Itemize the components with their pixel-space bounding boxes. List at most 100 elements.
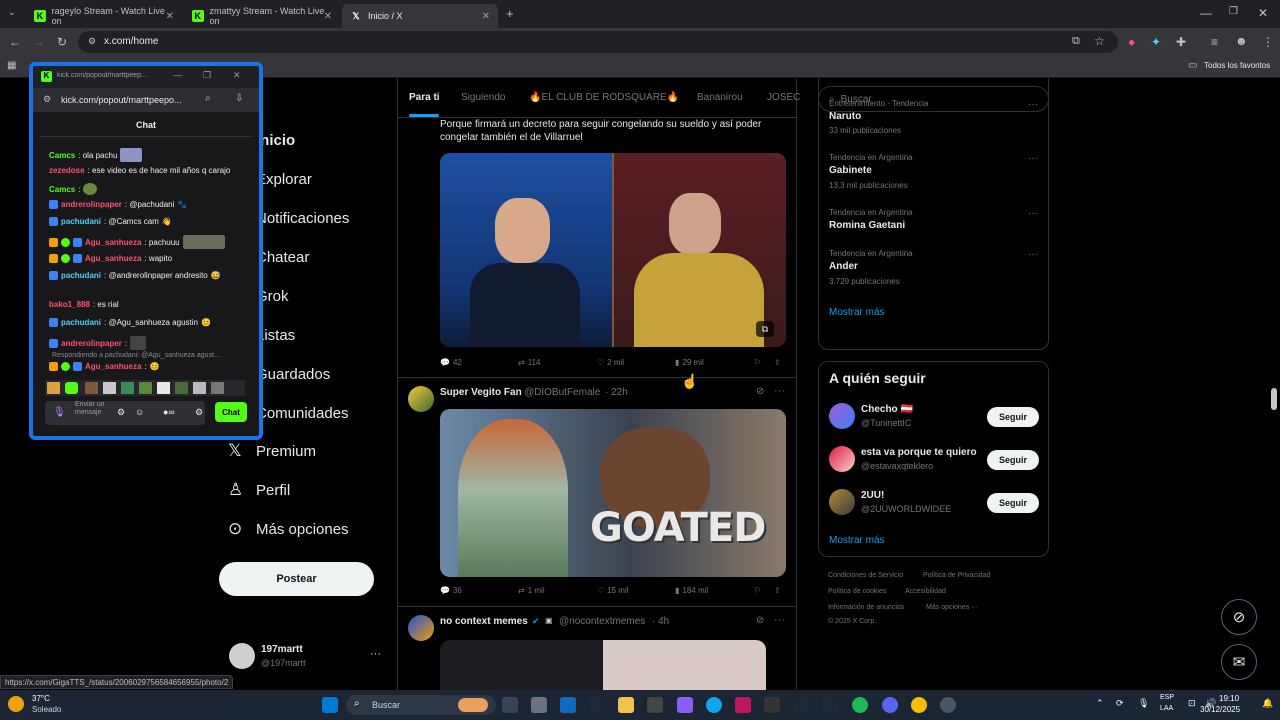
weather-text[interactable]: Soleado bbox=[32, 705, 61, 714]
close-icon[interactable]: ✕ bbox=[482, 11, 490, 22]
clock-time[interactable]: 19:10 bbox=[1219, 694, 1239, 703]
minimize-icon[interactable]: — bbox=[173, 70, 182, 80]
nav-premium[interactable]: 𝕏 Premium bbox=[228, 441, 316, 461]
store-icon[interactable] bbox=[647, 697, 663, 713]
tab-club-rodsquare[interactable]: 🔥EL CLUB DE RODSQUARE🔥 bbox=[529, 92, 679, 103]
grok-icon[interactable]: ⊘ bbox=[756, 615, 764, 626]
alt-icon[interactable]: ⧉ bbox=[756, 321, 774, 337]
weather-temp[interactable]: 37°C bbox=[32, 694, 50, 703]
discord-icon[interactable] bbox=[882, 697, 898, 713]
follow-button[interactable]: Seguir bbox=[987, 407, 1039, 427]
nav-perfil[interactable]: ♙ Perfil bbox=[228, 480, 290, 500]
more-dots-icon[interactable]: ··· bbox=[1028, 153, 1038, 164]
bookmark-icon[interactable]: ⚐ bbox=[754, 358, 761, 367]
tab-bananirou[interactable]: Bananirou bbox=[697, 92, 743, 103]
tab-search-icon[interactable]: ⌄ bbox=[8, 7, 16, 18]
steam-icon[interactable] bbox=[589, 697, 605, 713]
weather-icon[interactable] bbox=[8, 696, 24, 712]
grok-icon[interactable]: ⊘ bbox=[756, 386, 764, 397]
reply-button[interactable]: 💬 42 bbox=[440, 358, 462, 367]
profile-avatar-icon[interactable]: ☻ bbox=[1235, 34, 1248, 48]
post-image[interactable]: ⧉ bbox=[440, 153, 786, 347]
widgets-icon[interactable] bbox=[531, 697, 547, 713]
footer-cookies[interactable]: Política de cookies bbox=[828, 588, 886, 595]
more-dots-icon[interactable]: ··· bbox=[1028, 99, 1038, 110]
follow-button[interactable]: Seguir bbox=[987, 493, 1039, 513]
follow-button[interactable]: Seguir bbox=[987, 450, 1039, 470]
more-dots-icon[interactable]: ··· bbox=[1028, 249, 1038, 260]
maximize-icon[interactable]: ❐ bbox=[203, 70, 211, 81]
repost-button[interactable]: ⇄ 114 bbox=[518, 358, 540, 367]
trend-item[interactable]: Tendencia en Argentina Ander 3.729 publi… bbox=[819, 240, 1048, 295]
capcut-icon[interactable] bbox=[764, 697, 780, 713]
forward-icon[interactable]: → bbox=[33, 35, 45, 49]
app-icon[interactable] bbox=[940, 697, 956, 713]
chat-send-button[interactable]: Chat bbox=[215, 402, 247, 422]
apps-grid-icon[interactable]: ▦ bbox=[7, 60, 16, 71]
post-time[interactable]: · 4h bbox=[652, 616, 669, 627]
tab-josec[interactable]: JOSEC bbox=[767, 92, 800, 103]
mic-icon[interactable]: 🎙 bbox=[1138, 698, 1149, 709]
download-icon[interactable]: ⇩ bbox=[235, 93, 243, 104]
reload-icon[interactable]: ↻ bbox=[57, 35, 67, 49]
author-handle[interactable]: @DIOButFemale bbox=[524, 387, 600, 398]
share-icon[interactable]: ⇪ bbox=[774, 586, 781, 595]
close-icon[interactable]: ✕ bbox=[233, 70, 241, 81]
messages-float-button[interactable]: ✉ bbox=[1221, 644, 1257, 680]
window-close-icon[interactable]: ✕ bbox=[1258, 6, 1268, 20]
media-icon[interactable]: ≡ bbox=[1211, 35, 1218, 49]
post-time[interactable]: · 22h bbox=[605, 387, 628, 398]
footer-more[interactable]: Más opciones ··· bbox=[926, 604, 978, 611]
file-explorer-icon[interactable] bbox=[618, 697, 634, 713]
close-icon[interactable]: ✕ bbox=[166, 11, 174, 22]
follow-suggestion[interactable]: Checho 🇦🇹 @TuninettIC Seguir bbox=[819, 398, 1048, 436]
grok-float-button[interactable]: ⊘ bbox=[1221, 599, 1257, 635]
more-dots-icon[interactable]: ··· bbox=[1028, 208, 1038, 219]
clock-date[interactable]: 30/12/2025 bbox=[1200, 705, 1240, 714]
more-dots-icon[interactable]: ··· bbox=[774, 385, 785, 397]
views-button[interactable]: ▮ 184 mil bbox=[675, 586, 708, 595]
copilot-icon[interactable] bbox=[677, 697, 693, 713]
author-name[interactable]: no context memes bbox=[440, 616, 528, 627]
post-image[interactable]: GOATED bbox=[440, 409, 786, 577]
emote-bar[interactable] bbox=[45, 380, 245, 396]
install-icon[interactable]: ⧉ bbox=[1072, 35, 1080, 48]
footer-ads[interactable]: Información de anuncios bbox=[828, 604, 904, 611]
views-button[interactable]: ▮ 29 mil bbox=[675, 358, 704, 367]
show-more-follow[interactable]: Mostrar más bbox=[829, 535, 885, 546]
7tv-icon[interactable]: ⚙ bbox=[117, 407, 125, 418]
notification-icon[interactable]: 🔔 bbox=[1262, 698, 1273, 709]
steam-icon[interactable] bbox=[822, 697, 838, 713]
show-more-trends[interactable]: Mostrar más bbox=[829, 307, 885, 318]
emoji-icon[interactable]: ☺ bbox=[135, 407, 144, 417]
trend-item[interactable]: Tendencia en Argentina Romina Gaetani ··… bbox=[819, 199, 1048, 239]
new-tab-button[interactable]: + bbox=[506, 6, 514, 21]
post-3[interactable]: no context memes ✔ ▣ @nocontextmemes · 4… bbox=[398, 608, 796, 690]
avatar[interactable] bbox=[408, 615, 434, 641]
site-info-icon[interactable]: ⚙ bbox=[43, 94, 51, 105]
more-dots-icon[interactable]: ··· bbox=[774, 614, 785, 626]
follow-suggestion[interactable]: esta va porque te quiero @estavaxqtekler… bbox=[819, 441, 1048, 479]
star-icon[interactable]: ☆ bbox=[1094, 34, 1105, 48]
nav-mas-opciones[interactable]: ⊙ Más opciones bbox=[228, 519, 349, 539]
edge-icon[interactable] bbox=[706, 697, 722, 713]
share-icon[interactable]: ⇪ bbox=[774, 358, 781, 367]
extension-7tv-icon[interactable]: ✦ bbox=[1151, 35, 1161, 49]
tab-inicio-x[interactable]: 𝕏 Inicio / X ✕ bbox=[342, 4, 498, 28]
footer-privacy[interactable]: Política de Privacidad bbox=[923, 572, 990, 579]
address-bar[interactable]: ⚙ x.com/home ⧉ ☆ bbox=[78, 31, 1118, 53]
reply-button[interactable]: 💬 36 bbox=[440, 586, 462, 595]
scrollbar-thumb[interactable] bbox=[1271, 388, 1277, 410]
language[interactable]: ESP bbox=[1160, 694, 1174, 701]
extensions-icon[interactable]: ✚ bbox=[1176, 35, 1186, 49]
footer-terms[interactable]: Condiciones de Servicio bbox=[828, 572, 903, 579]
footer-accessibility[interactable]: Accesibilidad bbox=[905, 588, 946, 595]
chrome-icon[interactable] bbox=[911, 697, 927, 713]
taskbar-search[interactable]: ⌕ Buscar bbox=[346, 695, 496, 715]
chat-input[interactable]: 🎙 Enviar un mensaje ⚙ ☺ ●∞ ⚙ bbox=[45, 401, 205, 425]
trend-item[interactable]: Tendencia en Argentina Gabinete 13,3 mil… bbox=[819, 144, 1048, 199]
post-button[interactable]: Postear bbox=[219, 562, 374, 596]
search-icon[interactable]: ⌕ bbox=[205, 93, 211, 104]
tab-para-ti[interactable]: Para ti bbox=[409, 92, 440, 103]
like-button[interactable]: ♡ 2 mil bbox=[597, 358, 624, 367]
